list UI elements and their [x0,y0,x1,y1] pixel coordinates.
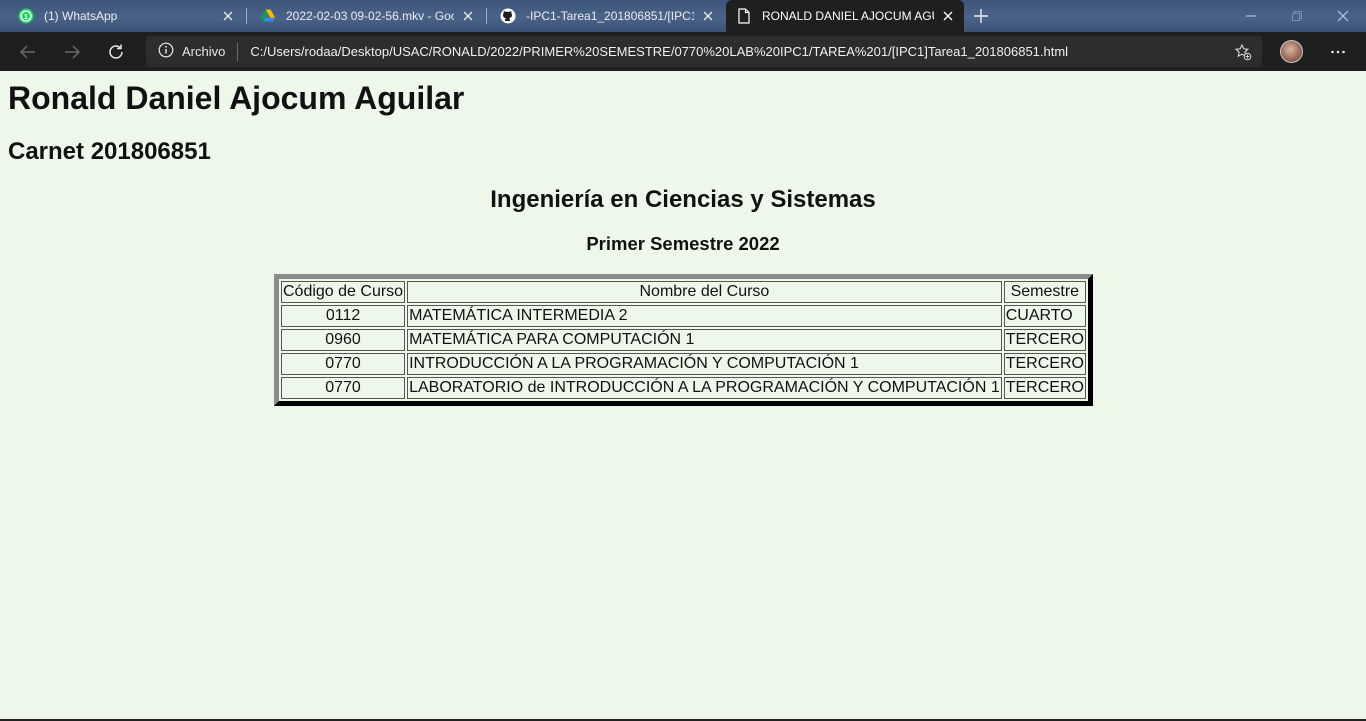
svg-text:1: 1 [24,14,28,21]
course-code-cell: 0770 [281,353,406,375]
student-name-heading: Ronald Daniel Ajocum Aguilar [8,80,465,116]
address-separator [237,42,239,61]
course-name-cell: MATEMÁTICA INTERMEDIA 2 [407,305,1002,327]
refresh-icon[interactable] [106,42,126,62]
whatsapp-icon: 1 [18,8,34,24]
back-arrow-icon[interactable] [18,42,38,62]
github-icon [500,8,516,24]
minimize-icon[interactable] [1243,8,1259,24]
tab-separator [486,8,487,24]
course-semester-cell: CUARTO [1003,305,1086,327]
tab-separator [246,8,247,24]
close-window-icon[interactable] [1335,8,1351,24]
column-header-name: Nombre del Curso [407,281,1002,303]
close-icon[interactable] [940,8,956,24]
close-icon[interactable] [220,8,236,24]
course-code-cell: 0112 [281,305,406,327]
close-icon[interactable] [460,8,476,24]
tab-github[interactable]: -IPC1-Tarea1_201806851/[IPC1]T [490,0,724,32]
course-code-cell: 0770 [281,377,406,399]
site-info-button[interactable]: Archivo [158,42,225,61]
tab-strip: 1 (1) WhatsApp 2022-02-03 09-02-56.mkv -… [0,0,1366,32]
restore-icon[interactable] [1289,8,1305,24]
course-name-cell: MATEMÁTICA PARA COMPUTACIÓN 1 [407,329,1002,351]
course-name-cell: LABORATORIO de INTRODUCCIÓN A LA PROGRAM… [407,377,1002,399]
new-tab-button[interactable] [972,7,990,25]
tab-title: (1) WhatsApp [44,9,118,23]
tab-whatsapp[interactable]: 1 (1) WhatsApp [8,0,244,32]
column-header-code: Código de Curso [281,281,406,303]
career-heading: Ingeniería en Ciencias y Sistemas [490,186,876,213]
tab-title: -IPC1-Tarea1_201806851/[IPC1]T [526,9,694,23]
course-name-cell: INTRODUCCIÓN A LA PROGRAMACIÓN Y COMPUTA… [407,353,1002,375]
file-icon [736,8,752,24]
forward-arrow-icon[interactable] [62,42,82,62]
tab-google-drive[interactable]: 2022-02-03 09-02-56.mkv - Goo [250,0,484,32]
tab-title: 2022-02-03 09-02-56.mkv - Goo [286,9,454,23]
more-options-icon[interactable] [1329,43,1347,61]
google-drive-icon [260,8,276,24]
carnet-heading: Carnet 201806851 [8,138,211,165]
tab-active-page[interactable]: RONALD DANIEL AJOCUM AGUI [726,0,964,32]
table-row: 0960 MATEMÁTICA PARA COMPUTACIÓN 1 TERCE… [281,329,1086,351]
course-semester-cell: TERCERO [1003,329,1086,351]
close-icon[interactable] [700,8,716,24]
table-row: 0770 INTRODUCCIÓN A LA PROGRAMACIÓN Y CO… [281,353,1086,375]
add-favorite-icon[interactable] [1234,43,1252,61]
course-semester-cell: TERCERO [1003,377,1086,399]
course-code-cell: 0960 [281,329,406,351]
info-icon [158,42,174,61]
tab-title: RONALD DANIEL AJOCUM AGUI [762,9,934,23]
browser-toolbar: Archivo C:/Users/rodaa/Desktop/USAC/RONA… [0,32,1366,71]
profile-avatar[interactable] [1280,40,1303,63]
course-semester-cell: TERCERO [1003,353,1086,375]
table-row: 0112 MATEMÁTICA INTERMEDIA 2 CUARTO [281,305,1086,327]
page-content: Ronald Daniel Ajocum Aguilar Carnet 2018… [0,71,1366,721]
courses-table: Código de Curso Nombre del Curso Semestr… [274,274,1093,406]
semester-heading: Primer Semestre 2022 [586,233,780,254]
table-row: 0770 LABORATORIO de INTRODUCCIÓN A LA PR… [281,377,1086,399]
address-bar[interactable]: Archivo C:/Users/rodaa/Desktop/USAC/RONA… [146,36,1262,67]
column-header-semester: Semestre [1003,281,1086,303]
site-info-label: Archivo [182,44,226,59]
url-text[interactable]: C:/Users/rodaa/Desktop/USAC/RONALD/2022/… [250,44,1262,59]
table-header-row: Código de Curso Nombre del Curso Semestr… [281,281,1086,303]
